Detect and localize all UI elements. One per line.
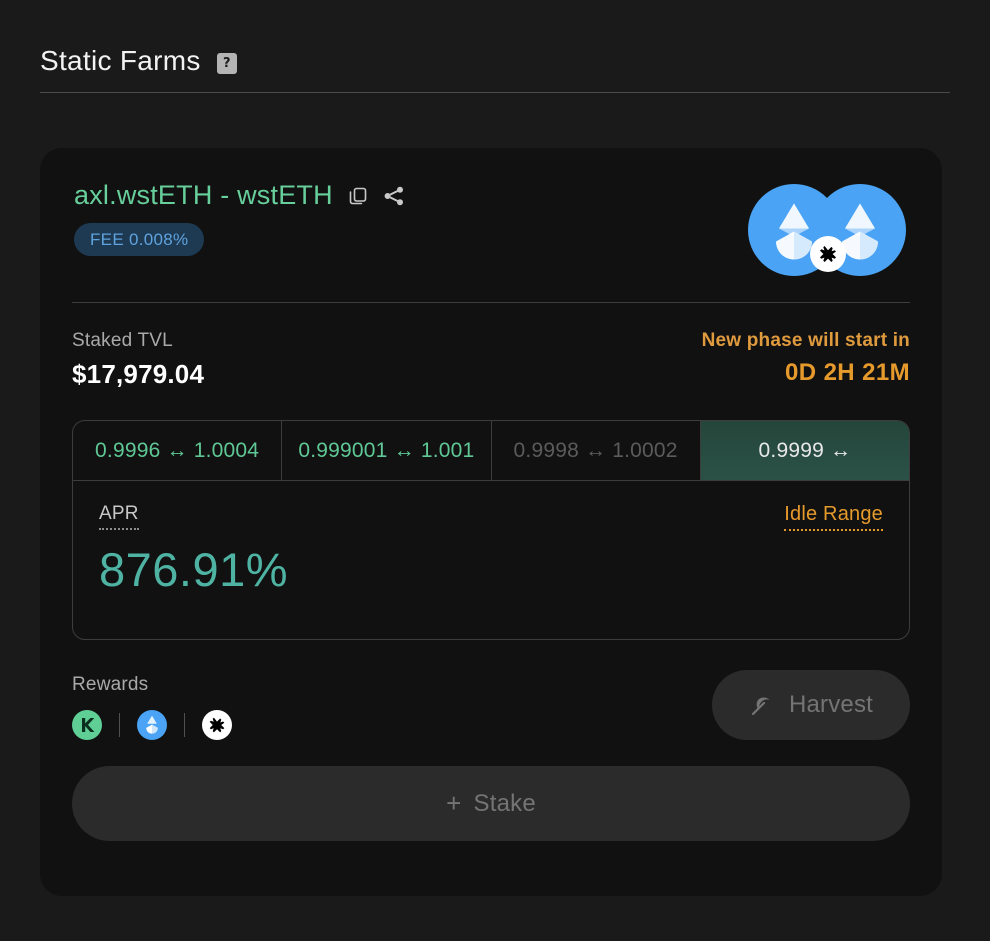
range-tab-1[interactable]: 0.999001 ↔ 1.001	[282, 421, 492, 480]
token-logo-group	[748, 184, 906, 276]
pair-title-row: axl.wstETH - wstETH	[74, 180, 405, 211]
kava-token-icon[interactable]	[72, 710, 102, 740]
apr-value: 876.91%	[99, 543, 289, 596]
stake-button[interactable]: + Stake	[72, 766, 910, 841]
range-tab-2[interactable]: 0.9998 ↔ 1.0002	[492, 421, 701, 480]
pair-block: axl.wstETH - wstETH FEE 0.008%	[72, 180, 405, 256]
range-panel: 0.9996 ↔ 1.0004 0.999001 ↔ 1.001 0.9998 …	[72, 420, 910, 640]
header-divider	[40, 92, 950, 93]
stats-row: Staked TVL $17,979.04 New phase will sta…	[72, 303, 910, 390]
copy-icon[interactable]	[347, 185, 369, 207]
range-body: APR Idle Range 876.91%	[73, 481, 909, 639]
new-phase-block: New phase will start in 0D 2H 21M	[702, 330, 910, 390]
pickaxe-icon	[749, 692, 775, 718]
staked-tvl-value: $17,979.04	[72, 359, 205, 389]
axelar-badge-icon	[810, 236, 846, 272]
page-title: Static Farms	[40, 45, 201, 76]
new-phase-timer: 0D 2H 21M	[785, 359, 910, 386]
stake-label: Stake	[473, 789, 536, 817]
page-header: Static Farms ?	[0, 0, 990, 92]
pair-name: axl.wstETH - wstETH	[74, 180, 333, 210]
card-header: axl.wstETH - wstETH FEE 0.008%	[72, 148, 910, 276]
staked-tvl-block: Staked TVL $17,979.04	[72, 330, 204, 390]
reward-icon-list	[72, 710, 232, 740]
share-icon[interactable]	[383, 185, 405, 207]
idle-range-label[interactable]: Idle Range	[784, 503, 883, 531]
fee-badge: FEE 0.008%	[74, 223, 205, 256]
new-phase-label: New phase will start in	[701, 330, 910, 351]
plus-icon: +	[446, 787, 462, 818]
rewards-label: Rewards	[72, 674, 149, 695]
staked-tvl-label: Staked TVL	[72, 330, 173, 351]
apr-label: APR	[99, 503, 139, 530]
lido-token-icon[interactable]	[137, 710, 167, 740]
range-tab-3[interactable]: 0.9999 ↔	[700, 421, 909, 480]
rewards-block: Rewards	[72, 674, 232, 740]
harvest-button[interactable]: Harvest	[712, 670, 910, 740]
help-icon[interactable]: ?	[216, 52, 237, 74]
reward-divider	[119, 713, 120, 737]
rewards-row: Rewards Harvest	[72, 670, 910, 740]
range-body-top: APR Idle Range	[99, 503, 883, 531]
reward-divider	[184, 713, 185, 737]
farm-card: axl.wstETH - wstETH FEE 0.008% Staked TV…	[40, 148, 942, 896]
axelar-token-icon[interactable]	[202, 710, 232, 740]
harvest-label: Harvest	[788, 691, 874, 718]
range-tab-list: 0.9996 ↔ 1.0004 0.999001 ↔ 1.001 0.9998 …	[73, 421, 909, 481]
range-tab-0[interactable]: 0.9996 ↔ 1.0004	[73, 421, 283, 480]
